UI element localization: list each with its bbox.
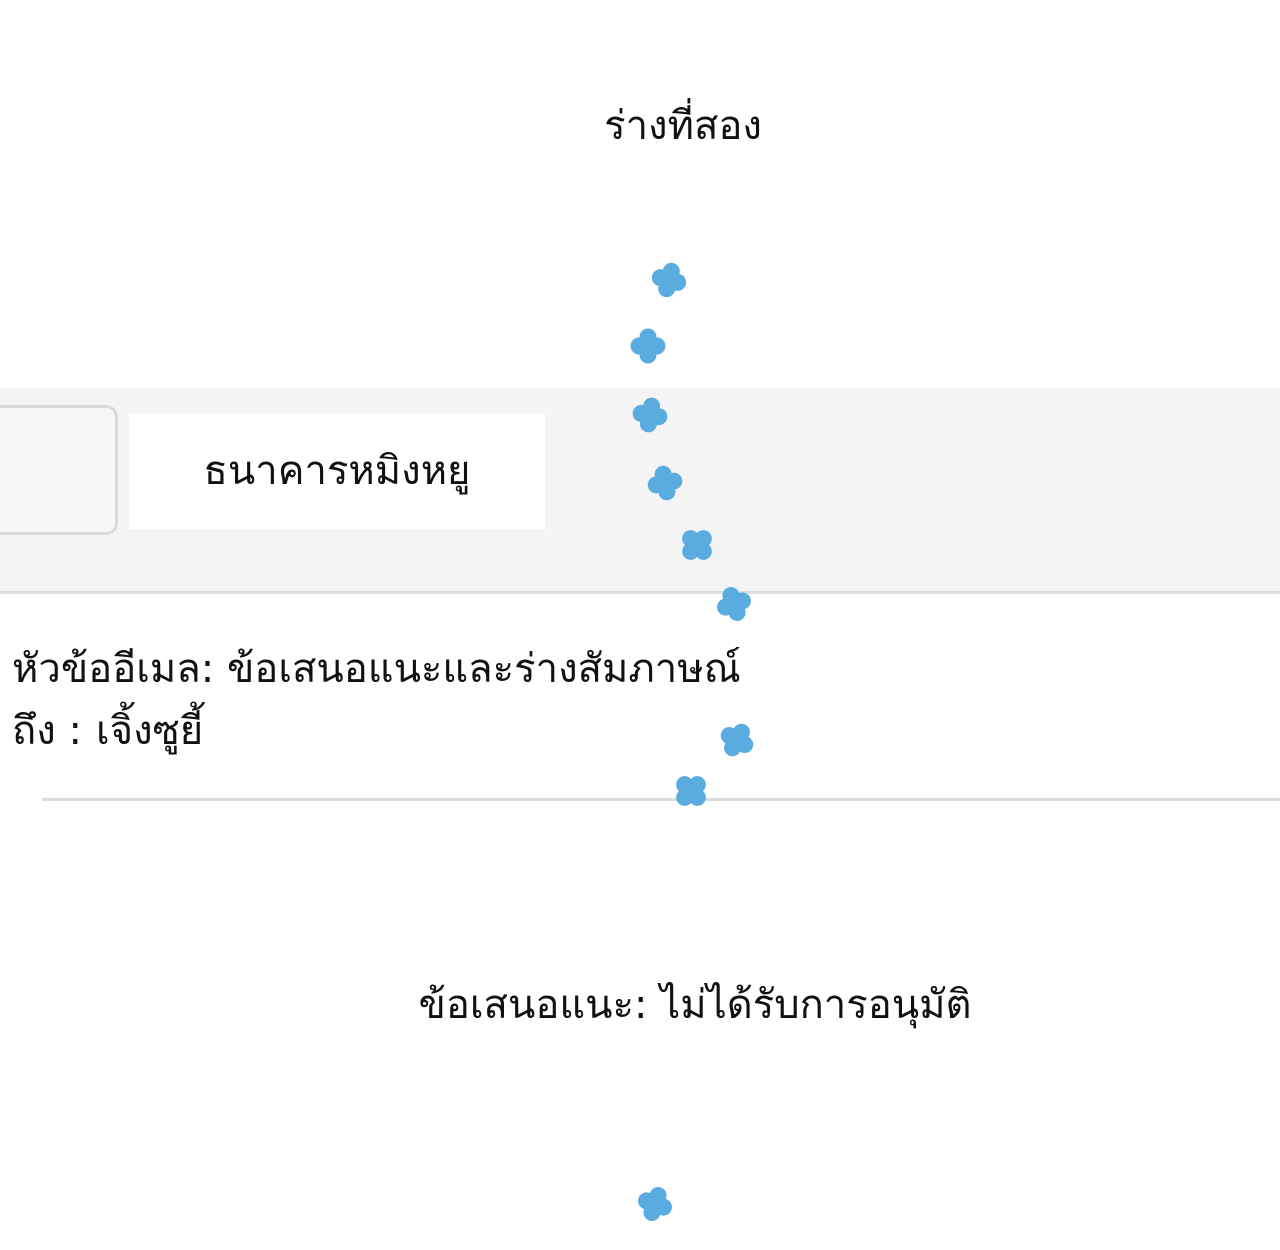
email-recipient-line: ถึง : เจิ้งซูยี้ (12, 700, 741, 762)
recipient-label: ถึง : (12, 708, 82, 754)
flower-icon (629, 394, 671, 436)
recipient-name: เจิ้งซูยี้ (95, 708, 204, 754)
caption-bottom: ข้อเสนอแนะ: ไม่ได้รับการอนุมัติ (418, 982, 972, 1028)
flower-icon (632, 1181, 678, 1227)
flower-icon (666, 766, 716, 816)
sender-avatar (0, 405, 118, 535)
flower-icon (644, 462, 686, 504)
caption-top: ร่างที่สอง (604, 103, 762, 149)
sender-name: ธนาคารหมิงหยู (203, 448, 471, 494)
email-subject: หัวข้ออีเมล: ข้อเสนอแนะและร่างสัมภาษณ์ (12, 646, 741, 692)
flower-icon (647, 258, 691, 302)
header-divider (42, 798, 1280, 801)
flower-icon (630, 328, 666, 364)
sender-name-box: ธนาคารหมิงหยู (129, 413, 545, 529)
email-meta: หัวข้ออีเมล: ข้อเสนอแนะและร่างสัมภาษณ์ ถ… (12, 638, 741, 762)
